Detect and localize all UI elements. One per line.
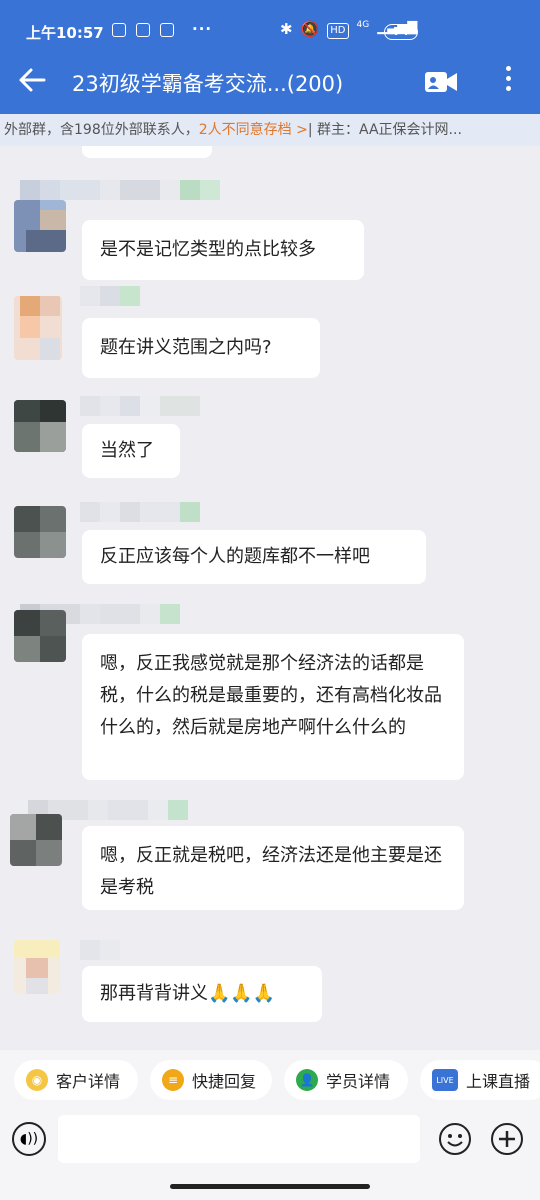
customer-details-button[interactable]: ◉ 客户详情 xyxy=(14,1060,138,1100)
avatar[interactable] xyxy=(14,610,66,662)
avatar[interactable] xyxy=(14,200,66,252)
banner-owner: | 群主：AA正保会计网... xyxy=(307,122,462,138)
notification-icons xyxy=(112,23,174,37)
voice-input-icon[interactable]: ◖)) xyxy=(12,1122,46,1156)
bottom-toolbar: ◉ 客户详情 ≡ 快捷回复 👤 学员详情 LIVE 上课直播 ◖)) xyxy=(0,1050,540,1200)
notification-icon xyxy=(136,23,150,37)
chip-label: 学员详情 xyxy=(326,1072,391,1091)
battery-level: 74 xyxy=(393,25,409,38)
sender-name-blurred xyxy=(80,286,140,308)
sender-name-blurred xyxy=(20,180,220,202)
network-label: 4G xyxy=(356,20,370,30)
message-text: 题在讲义范围之内吗? xyxy=(100,337,272,358)
status-time: 上午10:57 xyxy=(26,24,104,42)
avatar[interactable] xyxy=(14,506,66,558)
battery-icon: 74 xyxy=(384,24,418,40)
avatar[interactable] xyxy=(10,814,62,866)
home-indicator[interactable] xyxy=(170,1184,370,1189)
message-bubble: 是不是记忆类型的点比较多 xyxy=(82,220,364,280)
sender-name-blurred xyxy=(80,940,120,962)
sender-name-blurred xyxy=(80,502,200,524)
status-bar: 上午10:57 ··· ✱ 🔕 HD 4G ▁▃▅▇ 74 xyxy=(0,18,540,48)
avatar[interactable] xyxy=(14,400,66,452)
message-bubble: 反正应该每个人的题库都不一样吧 xyxy=(82,530,426,584)
more-notifications-icon: ··· xyxy=(192,20,213,38)
student-icon: 👤 xyxy=(296,1069,318,1091)
top-bar: 上午10:57 ··· ✱ 🔕 HD 4G ▁▃▅▇ 74 23初级学霸备考交流… xyxy=(0,0,540,114)
notification-icon xyxy=(112,23,126,37)
avatar[interactable] xyxy=(14,296,62,360)
chat-area[interactable]: 是不是记忆类型的点比较多 题在讲义范围之内吗? 当然了 反正应该每个人的题库都不… xyxy=(0,146,540,1050)
message-bubble: 当然了 xyxy=(82,424,180,478)
message-text: 嗯，反正就是税吧，经济法还是他主要是还是考税 xyxy=(100,845,442,898)
quick-reply-button[interactable]: ≡ 快捷回复 xyxy=(150,1060,272,1100)
message-text: 当然了 xyxy=(100,440,154,461)
emoji-icon[interactable] xyxy=(438,1122,472,1156)
message-bubble: 题在讲义范围之内吗? xyxy=(82,318,320,378)
message-text: 是不是记忆类型的点比较多 xyxy=(100,239,316,260)
input-row: ◖)) xyxy=(0,1112,540,1168)
video-call-icon[interactable] xyxy=(424,71,458,93)
avatar[interactable] xyxy=(14,940,60,994)
mute-icon: 🔕 xyxy=(300,20,320,38)
live-class-button[interactable]: LIVE 上课直播 xyxy=(420,1060,540,1100)
group-info-banner[interactable]: 外部群，含198位外部联系人，2人不同意存档 >| 群主：AA正保会计网... xyxy=(0,114,540,146)
chip-label: 上课直播 xyxy=(466,1072,531,1091)
student-details-button[interactable]: 👤 学员详情 xyxy=(284,1060,408,1100)
message-text: 嗯，反正我感觉就是那个经济法的话都是税，什么的税是最重要的，还有高档化妆品什么的… xyxy=(100,653,442,738)
sender-name-blurred xyxy=(80,396,200,418)
quick-reply-icon: ≡ xyxy=(162,1069,184,1091)
message-text: 反正应该每个人的题库都不一样吧 xyxy=(100,546,370,567)
add-icon[interactable] xyxy=(490,1122,524,1156)
message-bubble: 嗯，反正就是税吧，经济法还是他主要是还是考税 xyxy=(82,826,464,910)
hd-badge: HD xyxy=(327,23,349,39)
chip-label: 快捷回复 xyxy=(192,1072,257,1091)
back-arrow-icon[interactable] xyxy=(16,64,48,96)
quick-actions: ◉ 客户详情 ≡ 快捷回复 👤 学员详情 LIVE 上课直播 xyxy=(0,1060,540,1100)
notification-icon xyxy=(160,23,174,37)
bluetooth-icon: ✱ xyxy=(280,20,293,38)
previous-message-bubble xyxy=(82,146,212,158)
nav-bar: 23初级学霸备考交流...(200) xyxy=(0,58,540,106)
live-icon: LIVE xyxy=(432,1069,458,1091)
archive-warning-link[interactable]: 2人不同意存档 > xyxy=(199,122,308,138)
banner-prefix: 外部群，含198位外部联系人， xyxy=(4,122,199,138)
message-text: 那再背背讲义🙏🙏🙏 xyxy=(100,983,276,1004)
customer-icon: ◉ xyxy=(26,1069,48,1091)
message-input[interactable] xyxy=(58,1115,420,1163)
message-bubble: 嗯，反正我感觉就是那个经济法的话都是税，什么的税是最重要的，还有高档化妆品什么的… xyxy=(82,634,464,780)
more-options-icon[interactable] xyxy=(498,66,518,96)
chat-title: 23初级学霸备考交流...(200) xyxy=(72,72,344,96)
message-bubble: 那再背背讲义🙏🙏🙏 xyxy=(82,966,322,1022)
chip-label: 客户详情 xyxy=(56,1072,121,1091)
